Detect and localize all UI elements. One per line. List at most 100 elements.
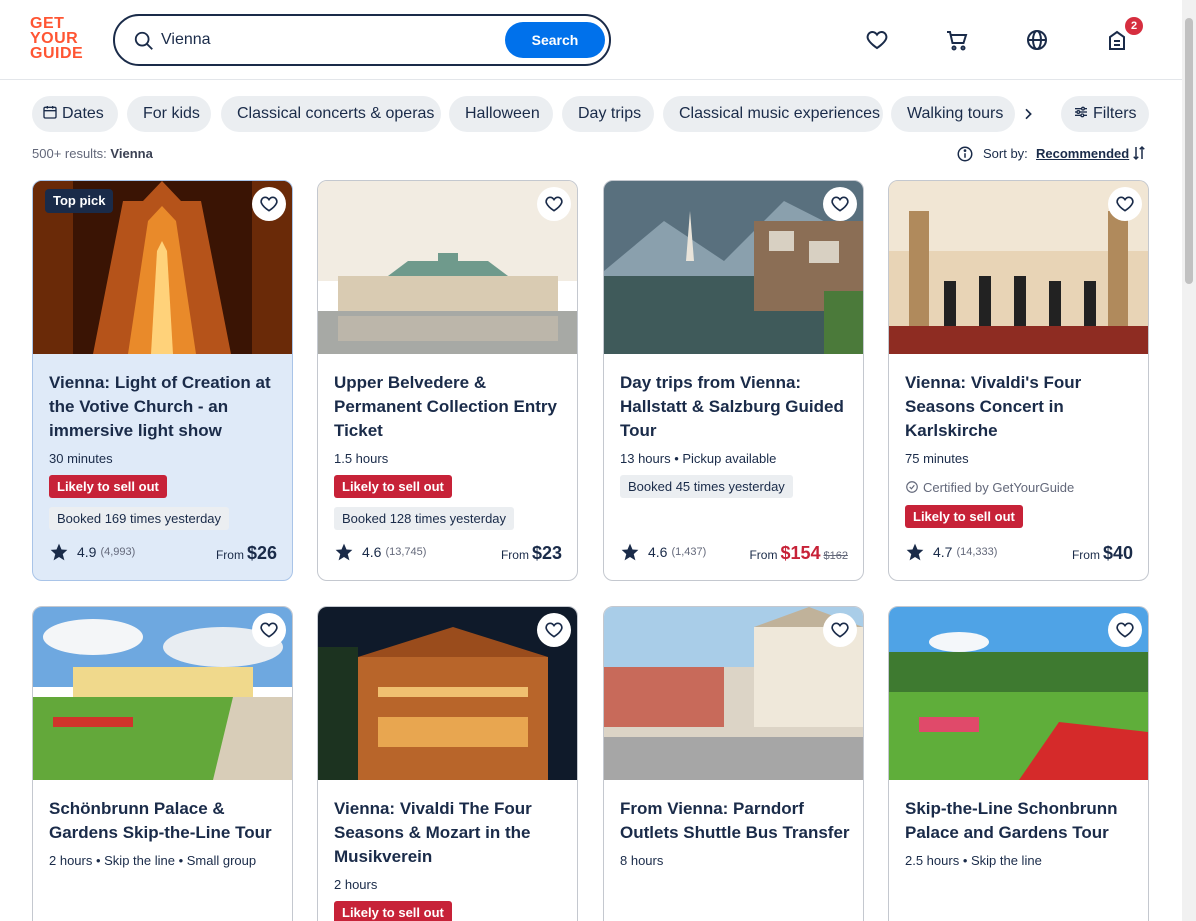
wishlist-heart-icon[interactable]	[1108, 613, 1142, 647]
price-from-label: From	[500, 548, 529, 562]
search-bar: Search	[113, 14, 611, 66]
price-from-label: From	[1071, 548, 1100, 562]
activity-duration: 2 hours	[334, 877, 378, 892]
chips-next-arrow[interactable]	[1014, 100, 1042, 128]
wishlist-heart-icon[interactable]	[252, 187, 286, 221]
rating: 4.6 (13,745)	[334, 542, 426, 562]
activity-card[interactable]: Vienna: Vivaldi's Four Seasons Concert i…	[888, 180, 1149, 581]
likely-sell-out-badge: Likely to sell out	[905, 505, 1023, 528]
top-pick-badge: Top pick	[45, 189, 114, 213]
wishlist-heart-icon[interactable]	[1108, 187, 1142, 221]
price-amount: $154	[780, 543, 821, 563]
chip-walking-tours[interactable]: Walking tours	[891, 96, 1015, 132]
chip-label: Classical music experiences	[679, 105, 880, 122]
star-icon	[50, 543, 68, 561]
activity-duration: 30 minutes	[49, 451, 113, 466]
star-icon	[906, 543, 924, 561]
calendar-icon	[43, 106, 57, 119]
review-count: (14,333)	[956, 546, 998, 558]
activity-card[interactable]: Day trips from Vienna: Hallstatt & Salzb…	[603, 180, 864, 581]
certified-text: Certified by GetYourGuide	[923, 480, 1075, 495]
logo-line-3: GUIDE	[30, 45, 84, 62]
search-icon	[134, 31, 153, 50]
wishlist-heart-icon[interactable]	[823, 187, 857, 221]
category-chips: Dates For kids Classical concerts & oper…	[32, 96, 1150, 132]
rating: 4.9 (4,993)	[49, 542, 135, 562]
activity-title[interactable]: Vienna: Light of Creation at the Votive …	[49, 371, 281, 443]
chip-label: Halloween	[465, 105, 540, 122]
activity-title[interactable]: Skip-the-Line Schonbrunn Palace and Gard…	[905, 797, 1137, 845]
sort-value[interactable]: Recommended	[1036, 146, 1129, 161]
cart-icon[interactable]	[943, 26, 971, 54]
activity-duration: 13 hours • Pickup available	[620, 451, 777, 466]
logo-line-1: GET	[30, 15, 65, 32]
activity-title[interactable]: Vienna: Vivaldi The Four Seasons & Mozar…	[334, 797, 566, 869]
scrollbar-thumb[interactable]	[1185, 18, 1193, 284]
booked-count-badge: Booked 169 times yesterday	[49, 507, 230, 530]
activity-title[interactable]: Day trips from Vienna: Hallstatt & Salzb…	[620, 371, 852, 443]
activity-title[interactable]: From Vienna: Parndorf Outlets Shuttle Bu…	[620, 797, 852, 845]
rating-value: 4.7	[933, 544, 953, 560]
chip-classical-concerts[interactable]: Classical concerts & operas	[221, 96, 441, 132]
activity-title[interactable]: Vienna: Vivaldi's Four Seasons Concert i…	[905, 371, 1137, 443]
chip-classical-music[interactable]: Classical music experiences	[663, 96, 883, 132]
star-icon	[621, 543, 639, 561]
rating-value: 4.6	[362, 544, 382, 560]
search-button[interactable]: Search	[505, 22, 605, 58]
results-query: Vienna	[110, 146, 153, 161]
sort-control[interactable]: Sort by: Recommended	[956, 144, 1150, 164]
results-count: 500+ results: Vienna	[32, 146, 153, 161]
cart-count-badge: 2	[1125, 17, 1143, 35]
sort-arrows-icon[interactable]	[1130, 144, 1148, 162]
rating: 4.6 (1,437)	[620, 542, 706, 562]
activity-card[interactable]: Vienna: Vivaldi The Four Seasons & Mozar…	[317, 606, 578, 921]
activity-title[interactable]: Upper Belvedere & Permanent Collection E…	[334, 371, 566, 443]
booked-count-badge: Booked 128 times yesterday	[334, 507, 515, 530]
review-count: (13,745)	[385, 546, 427, 558]
wishlist-heart-icon[interactable]	[537, 613, 571, 647]
likely-sell-out-badge: Likely to sell out	[334, 475, 452, 498]
chip-day-trips[interactable]: Day trips	[562, 96, 654, 132]
wishlist-heart-icon[interactable]	[537, 187, 571, 221]
activity-duration: 2.5 hours • Skip the line	[905, 853, 1042, 868]
original-price: $162	[823, 550, 848, 562]
chip-dates[interactable]: Dates	[32, 96, 118, 132]
chip-halloween[interactable]: Halloween	[449, 96, 553, 132]
activity-card[interactable]: Upper Belvedere & Permanent Collection E…	[317, 180, 578, 581]
info-icon[interactable]	[956, 145, 974, 163]
filters-sliders-icon	[1075, 106, 1087, 118]
wishlist-heart-icon[interactable]	[252, 613, 286, 647]
chip-label: Walking tours	[907, 105, 1004, 122]
results-count-text: 500+ results:	[32, 146, 107, 161]
chip-for-kids[interactable]: For kids	[127, 96, 211, 132]
sort-label: Sort by:	[983, 146, 1028, 161]
price: From $154 $162	[749, 543, 848, 564]
price-from-label: From	[749, 548, 778, 562]
review-count: (1,437)	[671, 546, 707, 558]
search-input[interactable]	[161, 28, 501, 52]
wishlist-heart-icon[interactable]	[863, 26, 891, 54]
rating-value: 4.6	[648, 544, 668, 560]
star-icon	[335, 543, 353, 561]
activity-card[interactable]: Schönbrunn Palace & Gardens Skip-the-Lin…	[32, 606, 293, 921]
activity-duration: 75 minutes	[905, 451, 969, 466]
globe-icon[interactable]	[1023, 26, 1051, 54]
chip-label: Day trips	[578, 105, 642, 122]
activity-title[interactable]: Schönbrunn Palace & Gardens Skip-the-Lin…	[49, 797, 281, 845]
price: From $26	[216, 543, 277, 564]
activity-card[interactable]: Top pick Vienna: Light of Creation at th…	[32, 180, 293, 581]
header: GET YOUR GUIDE Search 2	[0, 0, 1182, 80]
getyourguide-logo[interactable]: GET YOUR GUIDE	[30, 16, 90, 64]
booked-count-badge: Booked 45 times yesterday	[620, 475, 793, 498]
price-from-label: From	[215, 548, 244, 562]
activity-card[interactable]: Skip-the-Line Schonbrunn Palace and Gard…	[888, 606, 1149, 921]
rating: 4.7 (14,333)	[905, 542, 997, 562]
chevron-right-icon	[1025, 108, 1032, 120]
filters-button[interactable]: Filters	[1061, 96, 1149, 132]
rating-value: 4.9	[77, 544, 97, 560]
price: From $40	[1072, 543, 1133, 564]
price-amount: $40	[1102, 543, 1133, 563]
wishlist-heart-icon[interactable]	[823, 613, 857, 647]
chip-label: Dates	[62, 105, 104, 122]
activity-card[interactable]: From Vienna: Parndorf Outlets Shuttle Bu…	[603, 606, 864, 921]
